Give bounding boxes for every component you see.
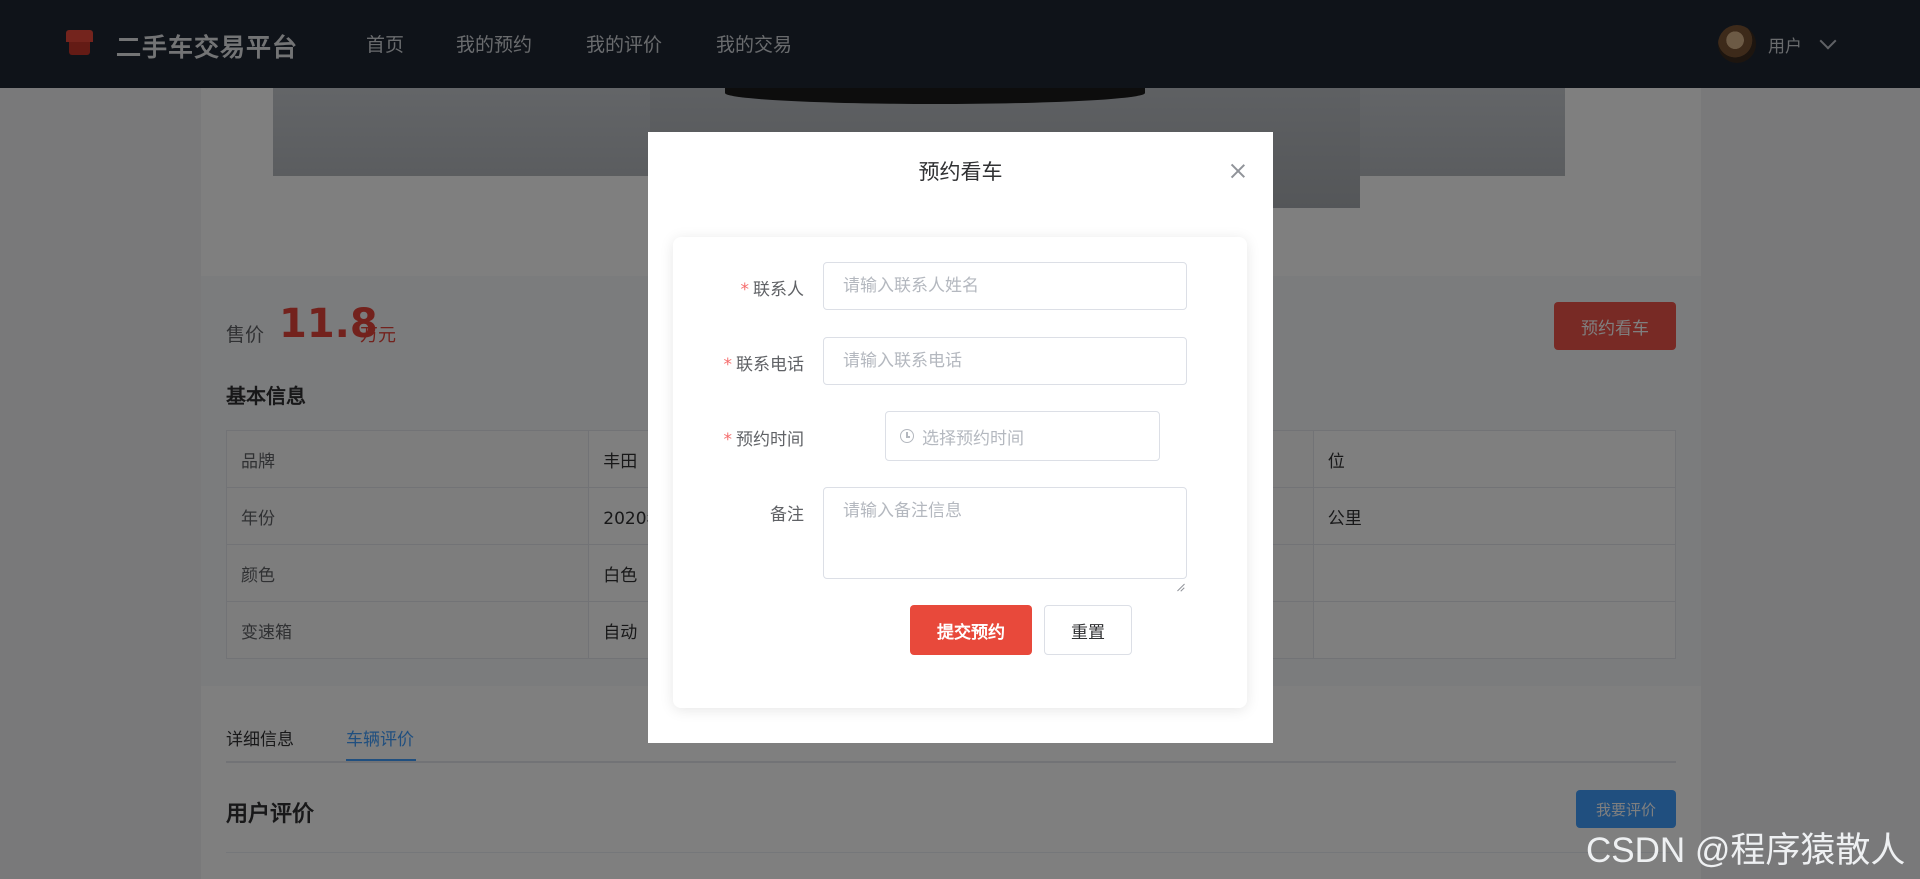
remark-label: 备注	[770, 505, 804, 525]
contact-name-input[interactable]	[823, 262, 1187, 310]
phone-input[interactable]	[823, 337, 1187, 385]
required-mark: *	[740, 280, 750, 300]
remark-textarea[interactable]	[823, 487, 1187, 579]
required-mark: *	[723, 430, 733, 450]
booking-form: *联系人 *联系电话 *预约时间 选择预约时间 备注 提交预约 重置	[673, 237, 1247, 708]
submit-booking-button[interactable]: 提交预约	[910, 605, 1032, 655]
resize-handle-icon[interactable]	[1175, 583, 1185, 593]
booking-dialog: 预约看车 *联系人 *联系电话 *预约时间 选择预约时间 备注 提交预约 重置	[648, 132, 1273, 743]
dialog-title: 预约看车	[918, 160, 1003, 184]
appointment-time-picker[interactable]: 选择预约时间	[885, 411, 1160, 461]
watermark: CSDN @程序猿散人	[1586, 831, 1906, 870]
time-label: * 预约时间	[723, 430, 805, 450]
contact-label: * 联系人	[740, 280, 805, 300]
clock-icon	[900, 429, 914, 443]
reset-button[interactable]: 重置	[1044, 605, 1132, 655]
required-mark: *	[723, 355, 733, 375]
close-icon[interactable]	[1227, 160, 1249, 182]
time-placeholder: 选择预约时间	[922, 428, 1024, 449]
phone-label: * 联系电话	[723, 355, 805, 375]
